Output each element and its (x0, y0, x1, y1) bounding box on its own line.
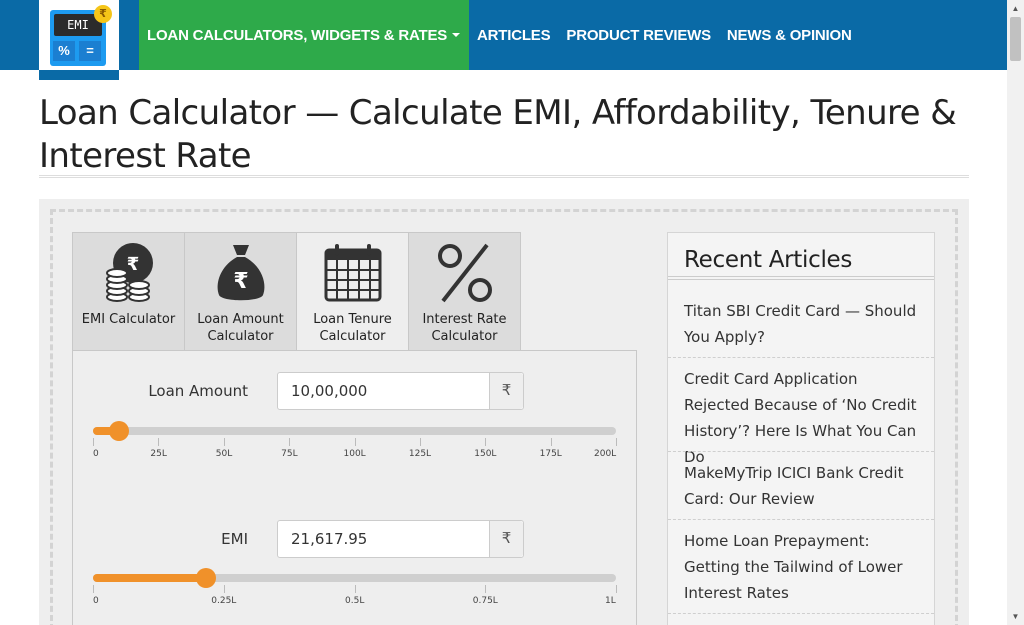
page-scrollbar[interactable]: ▲ ▼ (1007, 0, 1024, 625)
emi-tick (616, 585, 617, 593)
article-link[interactable]: Titan SBI Credit Card — Should You Apply… (668, 298, 934, 350)
loan-amount-tick (93, 438, 94, 446)
tab-loan-amount-label: Loan Amount Calculator (197, 312, 284, 344)
loan-amount-label: Loan Amount (148, 382, 248, 400)
emi-tick-label: 1L (605, 596, 616, 606)
loan-amount-field: ₹ (277, 372, 524, 410)
tab-loan-amount-calculator[interactable]: ₹ Loan Amount Calculator (184, 232, 297, 351)
emi-tick-label: 0.5L (345, 596, 365, 606)
emi-tick-label: 0.25L (211, 596, 237, 606)
tab-interest-rate-calculator[interactable]: Interest Rate Calculator (408, 232, 521, 351)
loan-amount-tick (289, 438, 291, 446)
heading-divider (668, 276, 934, 280)
title-divider (39, 175, 969, 178)
loan-amount-tick (485, 438, 487, 446)
scrollbar-thumb[interactable] (1010, 17, 1021, 61)
logo-percent-key: % (53, 41, 75, 61)
loan-amount-tick-label: 50L (215, 449, 233, 459)
loan-amount-tick (550, 438, 552, 446)
tab-interest-rate-label: Interest Rate Calculator (422, 312, 507, 344)
logo-equals-key: = (79, 41, 101, 61)
article-divider (668, 357, 934, 358)
emi-tick (223, 585, 225, 593)
loan-amount-tick (354, 438, 356, 446)
coins-icon: ₹ (106, 243, 153, 302)
logo-stripe (39, 70, 119, 80)
nav-articles[interactable]: ARTICLES (469, 0, 558, 70)
emi-tick (354, 585, 356, 593)
nav-loan-calculators-label: LOAN CALCULATORS, WIDGETS & RATES (147, 26, 448, 44)
article-link[interactable]: Credit Card Application Rejected Because… (668, 366, 934, 470)
rupee-coin-icon: ₹ (94, 5, 112, 23)
loan-amount-tick-label: 150L (474, 449, 497, 459)
loan-amount-tick-label: 25L (150, 449, 167, 459)
calendar-icon (324, 244, 382, 302)
loan-amount-input[interactable] (278, 373, 490, 409)
emi-tick-label: 0 (93, 596, 99, 606)
money-bag-icon: ₹ (217, 245, 265, 301)
emi-input[interactable] (278, 521, 490, 557)
recent-articles-heading: Recent Articles (684, 247, 853, 273)
loan-amount-tick-label: 100L (343, 449, 366, 459)
loan-amount-tick-label: 125L (408, 449, 432, 459)
site-logo[interactable]: EMI % = ₹ (39, 0, 119, 80)
emi-label: EMI (221, 530, 248, 548)
emi-scale: 0 0.25L 0.5L 0.75L 1L (93, 585, 617, 606)
article-link[interactable]: MakeMyTrip ICICI Bank Credit Card: Our R… (668, 460, 934, 512)
loan-amount-tick-label: 0 (93, 449, 99, 459)
rupee-icon: ₹ (489, 521, 523, 557)
emi-tick (93, 585, 94, 593)
page: EMI % = ₹ LOAN CALCULATORS, WIDGETS & RA… (0, 0, 1024, 625)
page-title: Loan Calculator — Calculate EMI, Afforda… (39, 93, 957, 176)
loan-amount-tick-label: 75L (281, 449, 298, 459)
scroll-up-icon[interactable]: ▲ (1007, 0, 1024, 17)
tab-loan-tenure-label: Loan Tenure Calculator (313, 312, 392, 344)
main-nav: LOAN CALCULATORS, WIDGETS & RATES ARTICL… (139, 0, 860, 70)
loan-amount-tick-label: 200L (594, 449, 617, 459)
article-link[interactable]: Home Loan Prepayment: Getting the Tailwi… (668, 528, 934, 606)
loan-amount-tick (616, 438, 617, 446)
percent-icon (438, 243, 492, 303)
emi-slider-fill (93, 574, 206, 582)
rupee-icon: ₹ (489, 373, 523, 409)
loan-amount-tick-label: 175L (539, 449, 562, 459)
loan-amount-slider[interactable] (93, 421, 616, 441)
nav-loan-calculators[interactable]: LOAN CALCULATORS, WIDGETS & RATES (139, 0, 469, 70)
scroll-down-icon[interactable]: ▼ (1007, 608, 1024, 625)
article-divider (668, 519, 934, 520)
tab-emi-calculator[interactable]: ₹ EMI Calculator (72, 232, 185, 351)
recent-articles-widget: Recent Articles Titan SBI Credit Card — … (667, 232, 935, 625)
article-divider (668, 613, 934, 614)
calculator-tabs: ₹ EMI Calculator ₹ Loan Amount Calculato… (72, 232, 521, 351)
emi-tick-label: 0.75L (472, 596, 498, 606)
loan-amount-tick (223, 438, 225, 446)
emi-field: ₹ (277, 520, 524, 558)
loan-amount-tick (419, 438, 421, 446)
caret-down-icon (452, 33, 461, 37)
loan-amount-scale: 0 25L 50L 75L 100L 125L 150L 175L 200L (93, 438, 617, 459)
svg-text:₹: ₹ (233, 269, 248, 294)
tab-emi-label: EMI Calculator (81, 312, 176, 327)
emi-slider[interactable] (93, 568, 616, 588)
nav-product-reviews[interactable]: PRODUCT REVIEWS (558, 0, 719, 70)
tab-loan-tenure-calculator[interactable]: Loan Tenure Calculator (296, 232, 409, 351)
svg-text:₹: ₹ (127, 254, 140, 275)
emi-tick (485, 585, 487, 593)
loan-amount-tick (158, 438, 160, 446)
article-divider (668, 451, 934, 452)
nav-news-opinion[interactable]: NEWS & OPINION (719, 0, 860, 70)
